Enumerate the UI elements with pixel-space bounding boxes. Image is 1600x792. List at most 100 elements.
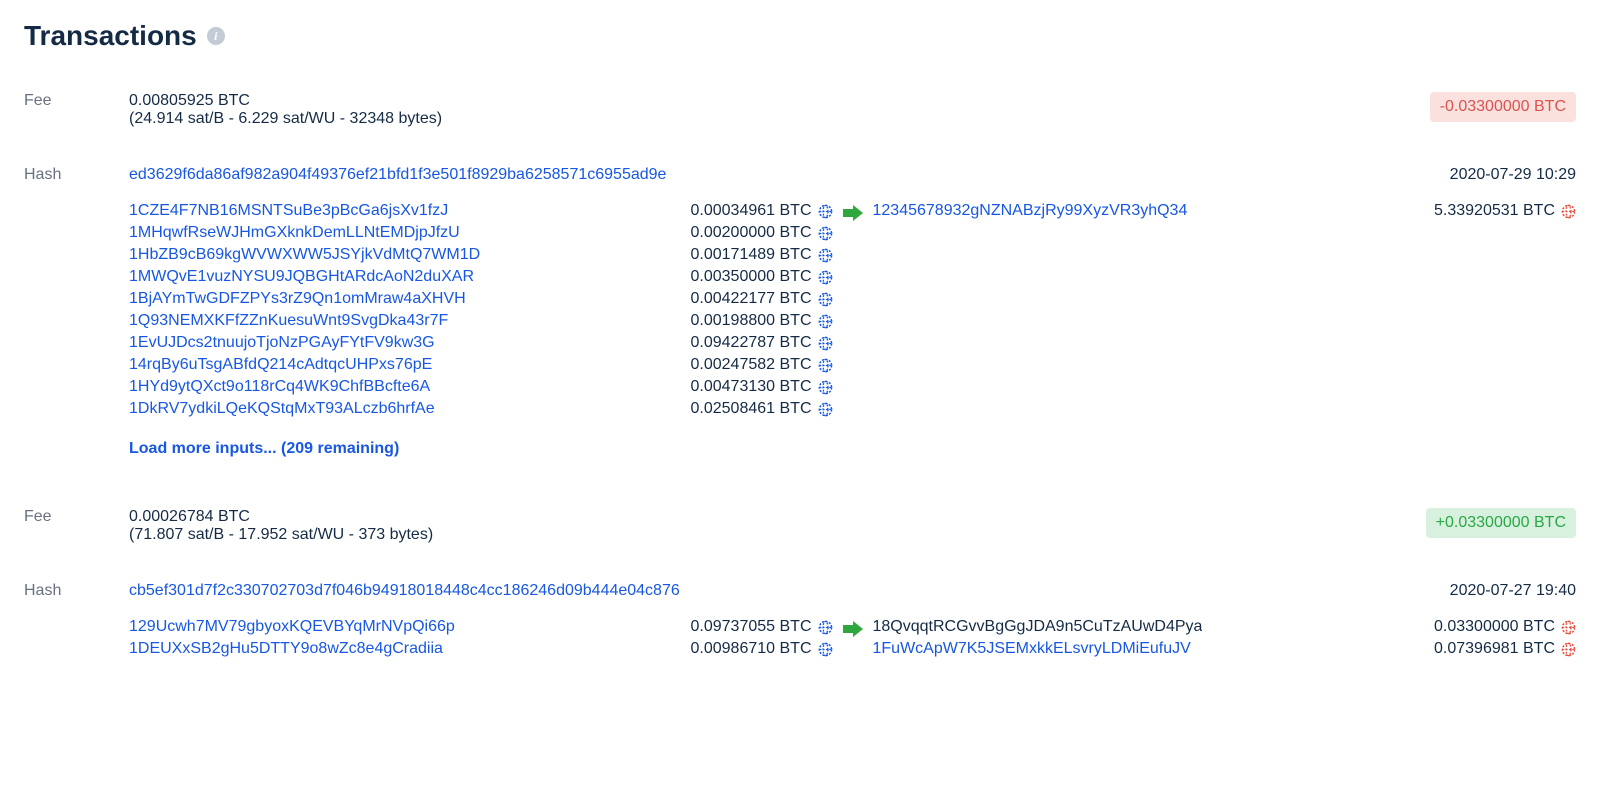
- input-amount-wrap: 0.00986710 BTC: [691, 640, 833, 658]
- transaction-block: Fee 0.00805925 BTC (24.914 sat/B - 6.229…: [24, 92, 1576, 458]
- globe-icon[interactable]: [818, 292, 833, 307]
- outputs-list: 12345678932gNZNABzjRy99XyzVR3yhQ34 5.339…: [873, 202, 1577, 220]
- output-amount: 5.33920531 BTC: [1434, 202, 1555, 220]
- timestamp: 2020-07-29 10:29: [1450, 166, 1576, 184]
- globe-icon[interactable]: [818, 314, 833, 329]
- globe-icon[interactable]: [818, 226, 833, 241]
- output-address[interactable]: 1FuWcApW7K5JSEMxkkELsvryLDMiEufuJV: [873, 640, 1191, 658]
- input-amount-wrap: 0.00350000 BTC: [691, 268, 833, 286]
- fee-label: Fee: [24, 508, 129, 526]
- input-row: 129Ucwh7MV79gbyoxKQEVBYqMrNVpQi66p 0.097…: [129, 618, 833, 636]
- input-amount: 0.00034961 BTC: [691, 202, 812, 220]
- input-amount-wrap: 0.00200000 BTC: [691, 224, 833, 242]
- globe-icon[interactable]: [1561, 204, 1576, 219]
- input-amount-wrap: 0.09422787 BTC: [691, 334, 833, 352]
- input-row: 1CZE4F7NB16MSNTSuBe3pBcGa6jsXv1fzJ 0.000…: [129, 202, 833, 220]
- input-amount: 0.00171489 BTC: [691, 246, 812, 264]
- input-amount-wrap: 0.00198800 BTC: [691, 312, 833, 330]
- load-more-inputs: Load more inputs... (209 remaining): [129, 440, 833, 458]
- page-title: Transactions i: [24, 20, 225, 52]
- globe-icon[interactable]: [818, 204, 833, 219]
- input-amount: 0.00198800 BTC: [691, 312, 812, 330]
- globe-icon[interactable]: [818, 642, 833, 657]
- fee-value-wrap: 0.00805925 BTC (24.914 sat/B - 6.229 sat…: [129, 92, 1430, 128]
- input-address[interactable]: 1BjAYmTwGDFZPYs3rZ9Qn1omMraw4aXHVH: [129, 290, 466, 308]
- fee-row: Fee 0.00805925 BTC (24.914 sat/B - 6.229…: [24, 92, 1576, 128]
- hash-link[interactable]: cb5ef301d7f2c330702703d7f046b94918018448…: [129, 582, 680, 599]
- fee-amount: 0.00805925 BTC: [129, 92, 1430, 110]
- fee-value-wrap: 0.00026784 BTC (71.807 sat/B - 17.952 sa…: [129, 508, 1426, 544]
- output-amount: 0.07396981 BTC: [1434, 640, 1555, 658]
- globe-icon[interactable]: [1561, 620, 1576, 635]
- arrow-column: [833, 202, 873, 222]
- input-row: 1Q93NEMXKFfZZnKuesuWnt9SvgDka43r7F 0.001…: [129, 312, 833, 330]
- input-address[interactable]: 1MHqwfRseWJHmGXknkDemLLNtEMDjpJfzU: [129, 224, 460, 242]
- input-amount-wrap: 0.00171489 BTC: [691, 246, 833, 264]
- output-amount: 0.03300000 BTC: [1434, 618, 1555, 636]
- hash-link[interactable]: ed3629f6da86af982a904f49376ef21bfd1f3e50…: [129, 166, 666, 183]
- globe-icon[interactable]: [818, 336, 833, 351]
- input-address[interactable]: 1DkRV7ydkiLQeKQStqMxT93ALczb6hrfAe: [129, 400, 435, 418]
- input-amount: 0.00986710 BTC: [691, 640, 812, 658]
- input-address[interactable]: 1Q93NEMXKFfZZnKuesuWnt9SvgDka43r7F: [129, 312, 448, 330]
- input-address[interactable]: 1DEUXxSB2gHu5DTTY9o8wZc8e4gCradiia: [129, 640, 443, 658]
- net-badge: +0.03300000 BTC: [1426, 508, 1576, 538]
- input-address[interactable]: 1HbZB9cB69kgWVWXWW5JSYjkVdMtQ7WM1D: [129, 246, 480, 264]
- output-amount-wrap: 0.03300000 BTC: [1434, 618, 1576, 636]
- input-row: 1EvUJDcs2tnuujoTjoNzPGAyFYtFV9kw3G 0.094…: [129, 334, 833, 352]
- input-amount: 0.02508461 BTC: [691, 400, 812, 418]
- net-badge: -0.03300000 BTC: [1430, 92, 1576, 122]
- hash-value-wrap: ed3629f6da86af982a904f49376ef21bfd1f3e50…: [129, 166, 1450, 184]
- inputs-list: 129Ucwh7MV79gbyoxKQEVBYqMrNVpQi66p 0.097…: [129, 618, 833, 658]
- input-row: 1DkRV7ydkiLQeKQStqMxT93ALczb6hrfAe 0.025…: [129, 400, 833, 418]
- input-address[interactable]: 1MWQvE1vuzNYSU9JQBGHtARdcAoN2duXAR: [129, 268, 474, 286]
- input-amount: 0.00350000 BTC: [691, 268, 812, 286]
- output-address[interactable]: 12345678932gNZNABzjRy99XyzVR3yhQ34: [873, 202, 1188, 220]
- globe-icon[interactable]: [818, 380, 833, 395]
- globe-icon[interactable]: [1561, 642, 1576, 657]
- input-amount-wrap: 0.00473130 BTC: [691, 378, 833, 396]
- input-row: 1HbZB9cB69kgWVWXWW5JSYjkVdMtQ7WM1D 0.001…: [129, 246, 833, 264]
- globe-icon[interactable]: [818, 248, 833, 263]
- input-row: 14rqBy6uTsgABfdQ214cAdtqcUHPxs76pE 0.002…: [129, 356, 833, 374]
- input-row: 1MWQvE1vuzNYSU9JQBGHtARdcAoN2duXAR 0.003…: [129, 268, 833, 286]
- input-amount: 0.00473130 BTC: [691, 378, 812, 396]
- globe-icon[interactable]: [818, 620, 833, 635]
- fee-label: Fee: [24, 92, 129, 110]
- arrow-column: [833, 618, 873, 638]
- output-row: 18QvqqtRCGvvBgGgJDA9n5CuTzAUwD4Pya 0.033…: [873, 618, 1577, 636]
- arrow-icon: [841, 204, 865, 222]
- globe-icon[interactable]: [818, 402, 833, 417]
- input-row: 1MHqwfRseWJHmGXknkDemLLNtEMDjpJfzU 0.002…: [129, 224, 833, 242]
- arrow-icon: [841, 620, 865, 638]
- fee-amount: 0.00026784 BTC: [129, 508, 1426, 526]
- input-amount-wrap: 0.09737055 BTC: [691, 618, 833, 636]
- output-amount-wrap: 0.07396981 BTC: [1434, 640, 1576, 658]
- transaction-block: Fee 0.00026784 BTC (71.807 sat/B - 17.95…: [24, 508, 1576, 658]
- input-amount: 0.09737055 BTC: [691, 618, 812, 636]
- io-wrap: 1CZE4F7NB16MSNTSuBe3pBcGa6jsXv1fzJ 0.000…: [24, 202, 1576, 458]
- net-badge-wrap: +0.03300000 BTC: [1426, 508, 1576, 538]
- input-amount: 0.00422177 BTC: [691, 290, 812, 308]
- input-address[interactable]: 1HYd9ytQXct9o118rCq4WK9ChfBBcfte6A: [129, 378, 430, 396]
- fee-detail: (24.914 sat/B - 6.229 sat/WU - 32348 byt…: [129, 110, 1430, 128]
- net-badge-wrap: -0.03300000 BTC: [1430, 92, 1576, 122]
- input-address[interactable]: 129Ucwh7MV79gbyoxKQEVBYqMrNVpQi66p: [129, 618, 455, 636]
- output-amount-wrap: 5.33920531 BTC: [1434, 202, 1576, 220]
- input-address[interactable]: 1CZE4F7NB16MSNTSuBe3pBcGa6jsXv1fzJ: [129, 202, 448, 220]
- info-icon[interactable]: i: [207, 27, 225, 45]
- inputs-list: 1CZE4F7NB16MSNTSuBe3pBcGa6jsXv1fzJ 0.000…: [129, 202, 833, 458]
- input-row: 1DEUXxSB2gHu5DTTY9o8wZc8e4gCradiia 0.009…: [129, 640, 833, 658]
- output-row: 12345678932gNZNABzjRy99XyzVR3yhQ34 5.339…: [873, 202, 1577, 220]
- io-wrap: 129Ucwh7MV79gbyoxKQEVBYqMrNVpQi66p 0.097…: [24, 618, 1576, 658]
- globe-icon[interactable]: [818, 270, 833, 285]
- input-amount: 0.00247582 BTC: [691, 356, 812, 374]
- hash-row: Hash cb5ef301d7f2c330702703d7f046b949180…: [24, 582, 1576, 600]
- hash-row: Hash ed3629f6da86af982a904f49376ef21bfd1…: [24, 166, 1576, 184]
- input-address[interactable]: 14rqBy6uTsgABfdQ214cAdtqcUHPxs76pE: [129, 356, 432, 374]
- load-more-link[interactable]: Load more inputs... (209 remaining): [129, 440, 399, 457]
- globe-icon[interactable]: [818, 358, 833, 373]
- title-text: Transactions: [24, 20, 197, 52]
- input-address[interactable]: 1EvUJDcs2tnuujoTjoNzPGAyFYtFV9kw3G: [129, 334, 435, 352]
- input-amount: 0.00200000 BTC: [691, 224, 812, 242]
